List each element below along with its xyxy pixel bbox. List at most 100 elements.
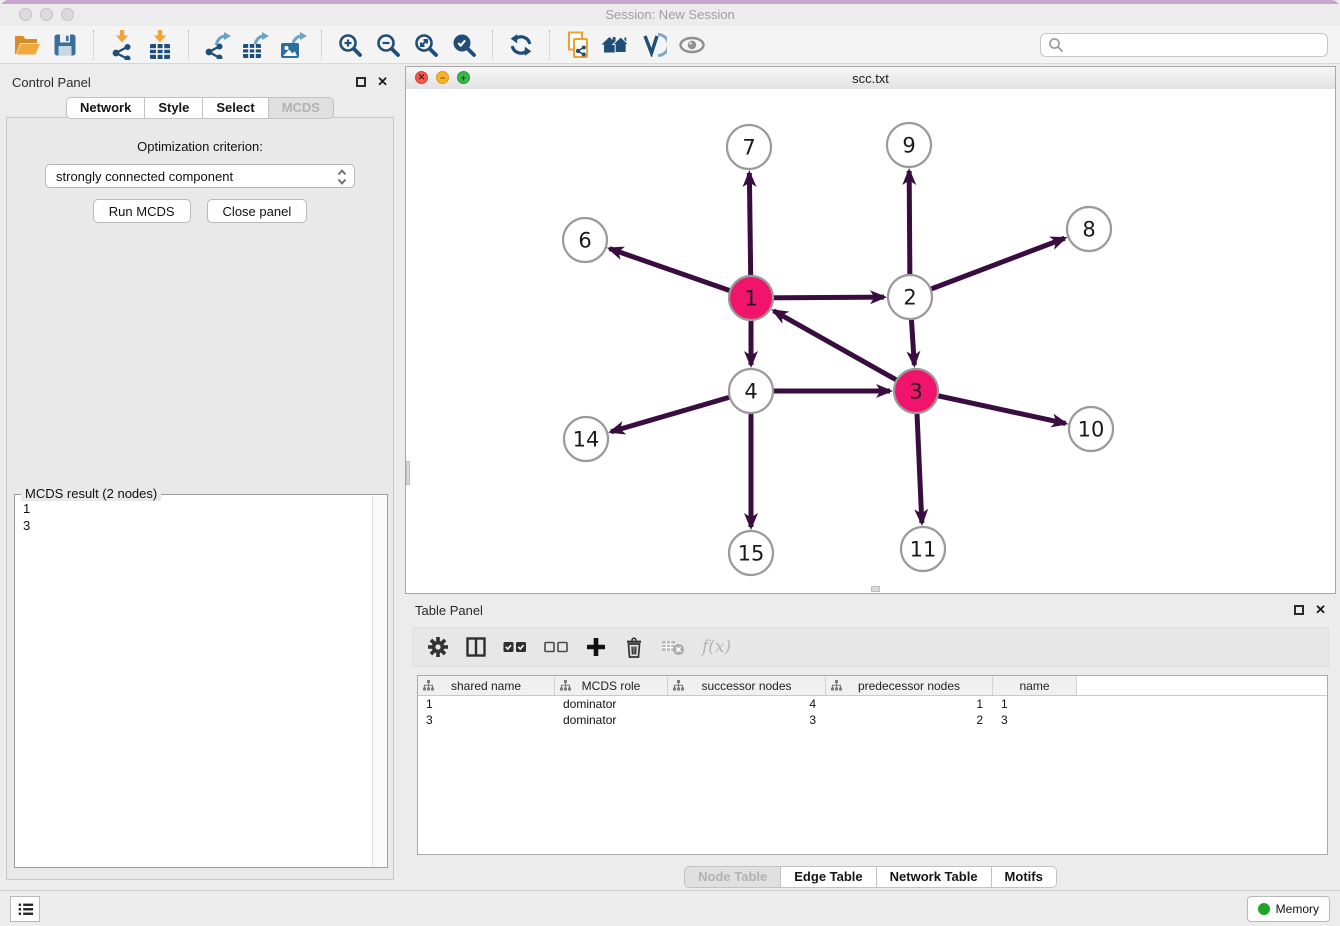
table-row[interactable]: 1dominator411 <box>418 696 1327 712</box>
table-header-row: shared nameMCDS rolesuccessor nodesprede… <box>418 676 1327 696</box>
toolbar-separator <box>321 30 322 60</box>
run-mcds-button[interactable]: Run MCDS <box>93 199 191 223</box>
tab-style[interactable]: Style <box>145 97 203 119</box>
show-columns-icon[interactable] <box>466 637 486 657</box>
delete-table-icon-disabled <box>661 638 685 656</box>
network-zoom-icon[interactable]: + <box>457 71 470 84</box>
column-header-predecessor-nodes[interactable]: predecessor nodes <box>826 676 993 695</box>
close-table-panel-icon[interactable]: ✕ <box>1315 604 1326 616</box>
control-panel: Control Panel ✕ NetworkStyleSelectMCDS O… <box>4 70 396 882</box>
tab-mcds[interactable]: MCDS <box>269 97 334 119</box>
close-panel-button[interactable]: Close panel <box>207 199 308 223</box>
splitter-grip-bottom[interactable] <box>871 586 880 592</box>
table-panel-tabs: Node TableEdge TableNetwork TableMotifs <box>405 866 1336 888</box>
search-input[interactable] <box>1040 33 1328 57</box>
zoom-selected-icon[interactable] <box>449 29 479 61</box>
edge-2-8[interactable] <box>910 238 1065 297</box>
task-history-button[interactable] <box>10 896 40 922</box>
select-stepper-icon <box>337 169 347 185</box>
app-titlebar: Session: New Session <box>0 0 1340 26</box>
column-header-successor-nodes[interactable]: successor nodes <box>668 676 826 695</box>
task-list-icon <box>15 900 35 918</box>
tab-network[interactable]: Network <box>66 97 145 119</box>
splitter-grip-left[interactable] <box>406 461 410 485</box>
import-network-icon[interactable] <box>107 29 137 61</box>
table-cell: dominator <box>555 713 668 727</box>
node-label-9: 9 <box>902 134 915 158</box>
table-cell: 2 <box>826 713 993 727</box>
close-window-button[interactable] <box>19 8 32 21</box>
minimize-window-button[interactable] <box>40 8 53 21</box>
open-session-icon[interactable] <box>12 29 42 61</box>
result-scrollbar[interactable] <box>372 496 386 866</box>
export-table-icon[interactable] <box>240 29 270 61</box>
control-panel-header: Control Panel ✕ <box>4 70 396 94</box>
search-box <box>1040 33 1328 57</box>
control-panel-title: Control Panel <box>12 75 356 90</box>
search-icon <box>1048 37 1064 53</box>
table-toolbar: f(x) <box>412 627 1329 667</box>
mcds-result-box: MCDS result (2 nodes) 1 3 <box>14 494 388 868</box>
home-networks-icon[interactable] <box>601 29 631 61</box>
network-minimize-icon[interactable]: − <box>436 71 449 84</box>
node-label-8: 8 <box>1082 218 1095 242</box>
node-label-3: 3 <box>909 380 922 404</box>
node-table: shared nameMCDS rolesuccessor nodesprede… <box>417 675 1328 855</box>
table-row[interactable]: 3dominator323 <box>418 712 1327 728</box>
table-cell: 1 <box>418 697 555 711</box>
select-all-columns-icon[interactable] <box>503 641 527 653</box>
node-label-6: 6 <box>578 229 591 253</box>
table-tab-network-table[interactable]: Network Table <box>877 866 992 888</box>
table-settings-gear-icon[interactable] <box>427 636 449 658</box>
table-cell: 3 <box>668 713 826 727</box>
table-cell: 1 <box>993 697 1077 711</box>
import-table-icon[interactable] <box>145 29 175 61</box>
clone-network-icon[interactable] <box>563 29 593 61</box>
status-bar: Memory <box>0 890 1340 926</box>
export-image-icon[interactable] <box>278 29 308 61</box>
table-cell: 3 <box>418 713 555 727</box>
column-header-shared-name[interactable]: shared name <box>418 676 555 695</box>
memory-label: Memory <box>1276 902 1319 916</box>
table-tab-motifs[interactable]: Motifs <box>992 866 1057 888</box>
close-panel-icon[interactable]: ✕ <box>377 76 388 88</box>
control-panel-tabs: NetworkStyleSelectMCDS <box>4 97 396 119</box>
table-cell: 4 <box>668 697 826 711</box>
zoom-out-icon[interactable] <box>373 29 403 61</box>
maximize-window-button[interactable] <box>61 8 74 21</box>
float-table-panel-icon[interactable] <box>1294 605 1304 615</box>
zoom-fit-icon[interactable] <box>411 29 441 61</box>
network-window-controls: ✕ − + <box>415 71 470 84</box>
export-network-icon[interactable] <box>202 29 232 61</box>
optimization-criterion-select[interactable]: strongly connected component <box>45 164 355 188</box>
column-header-name[interactable]: name <box>993 676 1077 695</box>
delete-column-icon[interactable] <box>624 636 644 658</box>
node-label-2: 2 <box>903 286 916 310</box>
table-tab-edge-table[interactable]: Edge Table <box>781 866 876 888</box>
float-panel-icon[interactable] <box>356 77 366 87</box>
column-header-MCDS-role[interactable]: MCDS role <box>555 676 668 695</box>
save-session-icon[interactable] <box>50 29 80 61</box>
node-label-15: 15 <box>738 542 765 566</box>
edge-3-1[interactable] <box>774 311 916 391</box>
table-panel-header: Table Panel ✕ <box>405 597 1336 623</box>
node-label-11: 11 <box>910 538 937 562</box>
vizmapper-icon[interactable] <box>639 29 669 61</box>
tab-select[interactable]: Select <box>203 97 268 119</box>
show-hide-icon[interactable] <box>677 29 707 61</box>
table-tab-node-table[interactable]: Node Table <box>684 866 781 888</box>
network-view-window: ✕ − + scc.txt 1234678910111415 <box>405 66 1336 594</box>
apply-layout-icon[interactable] <box>506 29 536 61</box>
zoom-in-icon[interactable] <box>335 29 365 61</box>
main-toolbar <box>0 26 1340 64</box>
unselect-all-columns-icon[interactable] <box>544 641 568 653</box>
create-column-icon[interactable] <box>585 636 607 658</box>
table-body: 1dominator4113dominator323 <box>418 696 1327 728</box>
memory-button[interactable]: Memory <box>1247 896 1330 922</box>
network-window-title: scc.txt <box>852 71 889 86</box>
network-close-icon[interactable]: ✕ <box>415 71 428 84</box>
network-canvas[interactable]: 1234678910111415 <box>406 89 1335 593</box>
node-label-4: 4 <box>744 380 757 404</box>
table-panel: Table Panel ✕ f(x) shared nameMCDS rol <box>405 597 1336 890</box>
network-window-titlebar: ✕ − + scc.txt <box>406 67 1335 90</box>
